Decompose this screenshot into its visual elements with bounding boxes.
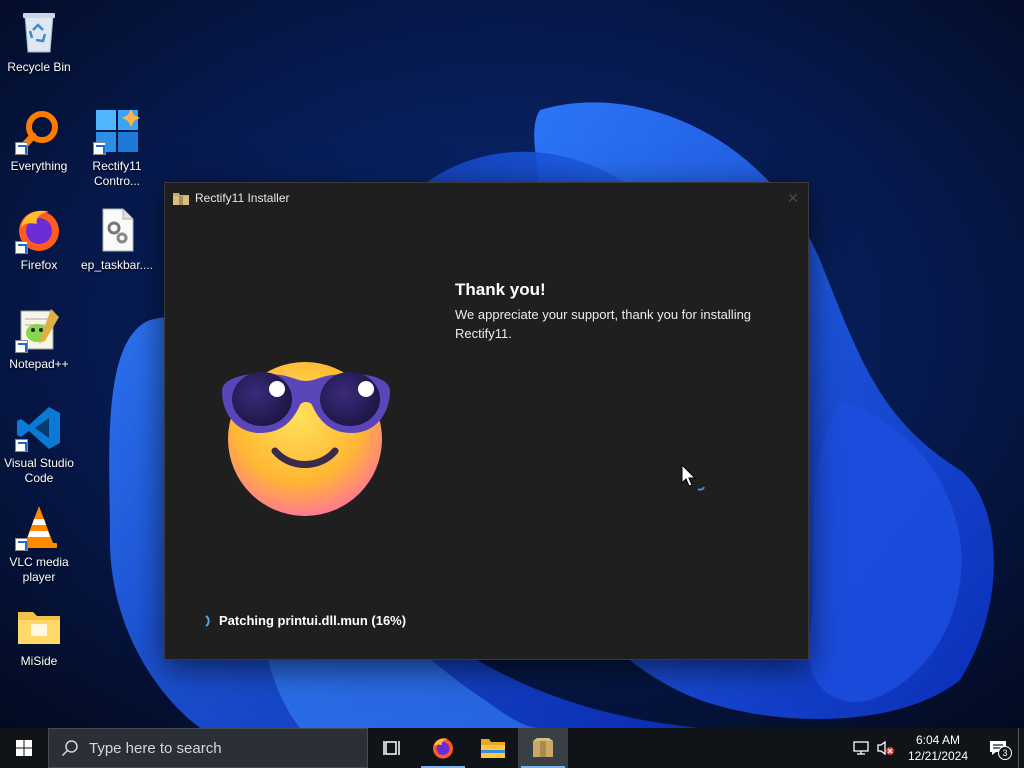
windows-logo-icon [16,740,32,756]
rectify11-control-panel-icon [93,107,141,155]
folder-icon [15,602,63,650]
show-desktop-button[interactable] [1018,728,1024,768]
clock-date: 12/21/2024 [907,749,969,763]
mouse-cursor-icon [681,464,697,487]
volume-muted-icon[interactable] [874,728,898,768]
network-icon[interactable] [850,728,874,768]
vlc-icon [15,503,63,551]
start-button[interactable] [0,728,48,768]
shortcut-arrow-icon [93,142,106,155]
file-explorer-icon [481,739,505,758]
notepad-plus-plus-icon [15,305,63,353]
title-bar[interactable]: Rectify11 Installer ✕ [165,183,808,213]
desktop-icon-label: ep_taskbar.... [80,258,154,272]
installer-window[interactable]: Rectify11 Installer ✕ Thank you! We appr… [164,182,809,660]
progress-status-text: Patching printui.dll.mun (16%) [219,613,407,628]
desktop-icon-notepad-plus-plus[interactable]: Notepad++ [1,305,77,372]
progress-status: Patching printui.dll.mun (16%) [201,613,406,628]
desktop-icon-label: Visual Studio Code [4,456,74,485]
desktop-icon-label: VLC media player [9,555,69,584]
shortcut-arrow-icon [15,340,28,353]
taskbar-firefox[interactable] [418,728,468,768]
desktop-icon-label: Notepad++ [9,357,69,371]
taskbar-installer[interactable] [518,728,568,768]
desktop-icon-ep-taskbar[interactable]: ep_taskbar.... [79,206,155,273]
desktop-icon-everything[interactable]: Everything [1,107,77,174]
firefox-icon [15,206,63,254]
notification-count-badge: 3 [998,746,1012,760]
desktop-icon-label: Rectify11 Contro... [92,159,142,188]
notification-center-button[interactable]: 3 [978,728,1018,768]
clock-time: 6:04 AM [915,733,961,747]
desktop-icon-recycle-bin[interactable]: Recycle Bin [1,8,77,75]
loading-spinner-icon [205,614,210,627]
desktop-icon-rectify11-control[interactable]: Rectify11 Contro... [79,107,155,189]
vscode-icon [15,404,63,452]
recycle-bin-icon [15,8,63,56]
search-placeholder: Type here to search [89,739,222,757]
close-button[interactable]: ✕ [778,183,808,213]
desktop-icon-label: Everything [10,159,68,173]
shortcut-arrow-icon [15,538,28,551]
settings-file-icon [93,206,141,254]
desktop-icon-vscode[interactable]: Visual Studio Code [1,404,77,486]
smiling-face-with-sunglasses-icon [222,362,390,516]
desktop-icon-label: Recycle Bin [7,60,71,74]
firefox-icon [433,738,453,759]
taskbar-clock[interactable]: 6:04 AM 12/21/2024 [898,732,978,764]
desktop-icon-firefox[interactable]: Firefox [1,206,77,273]
taskbar: Type here to search 6:04 AM 12/21/2024 3 [0,728,1024,768]
installer-icon [173,192,189,205]
shortcut-arrow-icon [15,241,28,254]
desktop-icon-vlc[interactable]: VLC media player [1,503,77,585]
busy-indicator-icon [697,486,705,491]
task-view-button[interactable] [368,728,418,768]
window-title: Rectify11 Installer [195,191,290,205]
desktop-icon-label: Firefox [20,258,58,272]
installer-icon [533,738,553,757]
taskbar-file-explorer[interactable] [468,728,518,768]
shortcut-arrow-icon [15,439,28,452]
search-icon [61,740,78,757]
taskbar-search-box[interactable]: Type here to search [48,728,368,768]
shortcut-arrow-icon [15,142,28,155]
everything-search-icon [15,107,63,155]
desktop-icon-miside[interactable]: MiSide [1,602,77,669]
task-view-icon [383,741,400,755]
thank-you-message: We appreciate your support, thank you fo… [455,307,752,341]
thank-you-heading: Thank you! [455,280,546,299]
desktop-icon-label: MiSide [20,654,58,668]
system-tray: 6:04 AM 12/21/2024 3 [850,728,1024,768]
